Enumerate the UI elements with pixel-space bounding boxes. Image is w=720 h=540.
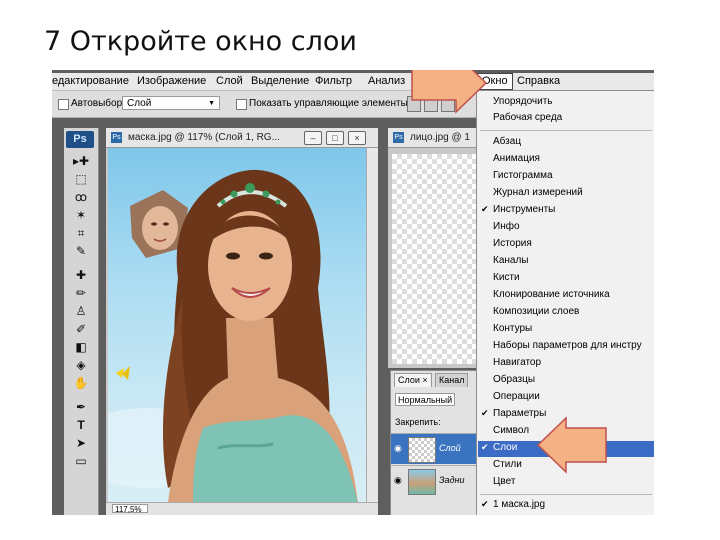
eye-icon[interactable]: ◉ (394, 475, 402, 486)
menu-separator (480, 494, 652, 495)
lasso-tool-icon[interactable]: ꝏ (70, 190, 92, 205)
layer-name: Задни (439, 475, 465, 485)
layer-thumbnail (408, 437, 436, 463)
menu-item-paths[interactable]: Контуры (493, 323, 532, 334)
menu-analysis[interactable]: Анализ (368, 75, 405, 87)
menu-item-workspace[interactable]: Рабочая среда (493, 112, 562, 123)
brush-tool-icon[interactable]: ✏ (70, 286, 92, 301)
menu-help[interactable]: Справка (517, 75, 560, 87)
checkmark-icon: ✔ (481, 499, 489, 509)
layer-select-dropdown[interactable]: Слой ▼ (122, 96, 220, 110)
menu-item-history[interactable]: История (493, 238, 532, 249)
menu-item-navigator[interactable]: Навигатор (493, 357, 541, 368)
arrow-to-layers-item (536, 416, 607, 474)
menu-item-swatches[interactable]: Образцы (493, 374, 535, 385)
eraser-tool-icon[interactable]: ◧ (70, 340, 92, 355)
portrait-photo (108, 169, 358, 503)
show-controls-checkbox[interactable] (236, 99, 247, 110)
crop-tool-icon[interactable]: ⌗ (70, 226, 92, 241)
document-icon-face: Ps (393, 132, 404, 143)
paint-bucket-tool-icon[interactable]: ◈ (70, 358, 92, 373)
spot-heal-tool-icon[interactable]: ✚ (70, 268, 92, 283)
menu-filter[interactable]: Фильтр (315, 75, 352, 87)
minimize-button[interactable]: – (304, 131, 322, 145)
menu-item-info[interactable]: Инфо (493, 221, 520, 232)
menu-item-layers[interactable]: Слои (493, 442, 517, 453)
move-tool-icon[interactable]: ▸✚ (70, 154, 92, 169)
menu-item-tool-presets[interactable]: Наборы параметров для инстру (493, 340, 642, 351)
layer-name: Слой (439, 443, 461, 453)
document-window-face: Ps лицо.jpg @ 1 (388, 128, 478, 368)
menu-item-animation[interactable]: Анимация (493, 153, 540, 164)
pen-tool-icon[interactable]: ✒ (70, 400, 92, 415)
menu-item-character[interactable]: Символ (493, 425, 529, 436)
document-title-face: лицо.jpg @ 1 (410, 132, 470, 143)
dodge-tool-icon[interactable]: ✋ (70, 376, 92, 391)
menu-item-styles[interactable]: Стили (493, 459, 522, 470)
tab-layers[interactable]: Слои × (394, 373, 432, 387)
auto-select-label: Автовыбор: (71, 98, 125, 109)
blend-mode-select[interactable]: Нормальный (395, 393, 455, 406)
document-titlebar[interactable]: Ps маска.jpg @ 117% (Слой 1, RG... – □ × (106, 128, 378, 148)
menu-layer[interactable]: Слой (216, 75, 243, 87)
shape-tool-icon[interactable]: ▭ (70, 454, 92, 469)
menu-item-histogram[interactable]: Гистограмма (493, 170, 553, 181)
checkmark-icon: ✔ (481, 442, 489, 452)
toolbox: Ps ▸✚ ⬚ ꝏ ✶ ⌗ ✎ ✚ ✏ ♙ ✐ ◧ ◈ ✋ ✒ T ➤ ▭ (64, 128, 99, 515)
image-canvas[interactable] (108, 148, 366, 503)
butterfly (116, 366, 130, 380)
menu-item-paragraph[interactable]: Абзац (493, 136, 521, 147)
menu-separator (480, 130, 652, 131)
menu-select[interactable]: Выделение (251, 75, 309, 87)
zoom-field[interactable]: 117,5% (112, 504, 148, 514)
menu-item-color[interactable]: Цвет (493, 476, 515, 487)
eyedropper-tool-icon[interactable]: ✎ (70, 244, 92, 259)
arrow-to-window-menu (411, 70, 488, 114)
document-titlebar-face[interactable]: Ps лицо.jpg @ 1 (388, 128, 478, 148)
menu-item-channels[interactable]: Каналы (493, 255, 529, 266)
menu-item-actions[interactable]: Операции (493, 391, 540, 402)
auto-select-checkbox[interactable] (58, 99, 69, 110)
menu-item-tools[interactable]: Инструменты (493, 204, 555, 215)
checkmark-icon: ✔ (481, 408, 489, 418)
layers-panel: Слои × Канал Нормальный Закрепить: ◉ Сло… (390, 370, 480, 515)
menu-item-brushes[interactable]: Кисти (493, 272, 520, 283)
menu-item-open-document[interactable]: 1 маска.jpg (493, 499, 545, 510)
maximize-button[interactable]: □ (326, 131, 344, 145)
chevron-down-icon: ▼ (208, 100, 215, 107)
close-button[interactable]: × (348, 131, 366, 145)
transparent-canvas[interactable] (392, 154, 478, 364)
eye-icon[interactable]: ◉ (394, 443, 402, 454)
document-title: маска.jpg @ 117% (Слой 1, RG... (128, 132, 280, 143)
layer-thumbnail (408, 469, 436, 495)
lock-label: Закрепить: (395, 417, 441, 427)
slide-title: 7 Откройте окно слои (44, 26, 357, 57)
menu-edit[interactable]: едактирование (52, 75, 129, 87)
document-window-mask: Ps маска.jpg @ 117% (Слой 1, RG... – □ × (106, 128, 378, 515)
layer-row-background[interactable]: ◉ Задни (391, 465, 479, 496)
menu-item-arrange[interactable]: Упорядочить (493, 96, 553, 107)
tab-channels[interactable]: Канал (435, 373, 469, 387)
magic-wand-tool-icon[interactable]: ✶ (70, 208, 92, 223)
menu-item-clone-source[interactable]: Клонирование источника (493, 289, 610, 300)
path-select-tool-icon[interactable]: ➤ (70, 436, 92, 451)
document-icon: Ps (111, 132, 122, 143)
vertical-scrollbar[interactable] (366, 148, 378, 503)
checkmark-icon: ✔ (481, 204, 489, 214)
show-controls-label: Показать управляющие элементы (249, 98, 408, 109)
layer-row-selected[interactable]: ◉ Слой (391, 433, 479, 464)
layer-select-value: Слой (127, 98, 152, 109)
photoshop-logo: Ps (66, 131, 94, 148)
menu-item-measurement-log[interactable]: Журнал измерений (493, 187, 583, 198)
marquee-tool-icon[interactable]: ⬚ (70, 172, 92, 187)
history-brush-tool-icon[interactable]: ✐ (70, 322, 92, 337)
photoshop-screenshot: едактирование Изображение Слой Выделение… (52, 70, 654, 515)
menu-image[interactable]: Изображение (137, 75, 206, 87)
menu-item-layer-comps[interactable]: Композиции слоев (493, 306, 579, 317)
stamp-tool-icon[interactable]: ♙ (70, 304, 92, 319)
horizontal-scrollbar[interactable]: 117,5% (106, 502, 378, 515)
type-tool-icon[interactable]: T (70, 418, 92, 433)
menu-bar: едактирование Изображение Слой Выделение… (52, 73, 654, 91)
